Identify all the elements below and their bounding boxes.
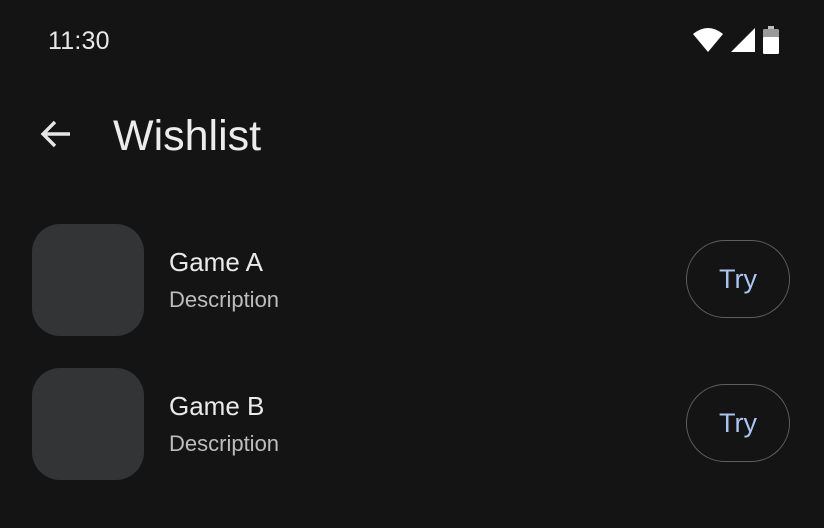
back-button[interactable] <box>24 110 88 162</box>
game-title: Game A <box>169 247 263 277</box>
game-thumbnail <box>32 224 144 336</box>
game-title: Game B <box>169 391 265 421</box>
battery-icon <box>762 26 780 54</box>
page-title: Wishlist <box>113 112 262 160</box>
wifi-icon <box>692 27 724 53</box>
try-button[interactable]: Try <box>686 384 790 462</box>
status-bar: 11:30 <box>0 0 824 80</box>
game-description: Description <box>169 431 280 456</box>
game-thumbnail <box>32 368 144 480</box>
game-description: Description <box>169 287 280 312</box>
try-button[interactable]: Try <box>686 240 790 318</box>
app-bar: Wishlist <box>0 96 824 176</box>
arrow-back-icon <box>38 116 74 157</box>
wishlist-list: Game A Description Try Game B Descriptio… <box>0 208 824 496</box>
list-item[interactable]: Game B Description Try <box>0 352 824 496</box>
cellular-signal-icon <box>730 27 756 53</box>
status-time: 11:30 <box>48 27 110 55</box>
list-item[interactable]: Game A Description Try <box>0 208 824 352</box>
status-icons <box>692 26 780 54</box>
